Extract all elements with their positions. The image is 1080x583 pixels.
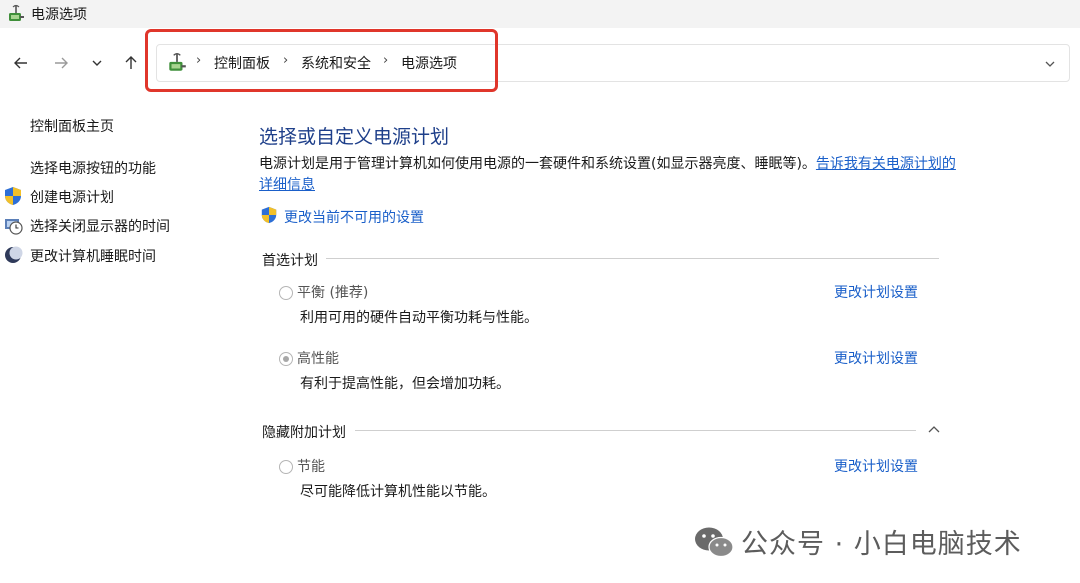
sidebar-item-sleep-time[interactable]: 更改计算机睡眠时间 xyxy=(30,246,156,266)
power-options-icon xyxy=(9,4,24,21)
shield-icon xyxy=(261,206,277,224)
window-title: 电源选项 xyxy=(31,7,87,23)
plan-desc-power-saver: 尽可能降低计算机性能以节能。 xyxy=(300,484,496,500)
plan-desc-balanced: 利用可用的硬件自动平衡功耗与性能。 xyxy=(300,310,538,326)
forward-button[interactable] xyxy=(48,50,74,76)
moon-icon xyxy=(5,246,23,263)
sidebar-home-link[interactable]: 控制面板主页 xyxy=(30,116,114,136)
change-unavailable-settings-link[interactable]: 更改当前不可用的设置 xyxy=(284,207,424,227)
chevron-down-icon xyxy=(92,60,102,66)
highlight-annotation xyxy=(145,29,498,92)
recent-locations-button[interactable] xyxy=(84,50,110,76)
arrow-up-icon xyxy=(125,56,137,69)
chevron-down-icon[interactable] xyxy=(1042,56,1058,72)
change-plan-settings-balanced[interactable]: 更改计划设置 xyxy=(834,282,918,302)
sidebar-item-create-plan[interactable]: 创建电源计划 xyxy=(30,187,114,207)
plan-radio-power-saver[interactable] xyxy=(279,460,293,474)
watermark: 公众号 · 小白电脑技术 xyxy=(693,522,1022,561)
arrow-right-icon xyxy=(55,57,68,69)
description-text: 电源计划是用于管理计算机如何使用电源的一套硬件和系统设置(如显示器亮度、睡眠等)… xyxy=(259,156,816,172)
plan-name-high-performance[interactable]: 高性能 xyxy=(297,348,339,368)
watermark-text: 公众号 · 小白电脑技术 xyxy=(741,529,1022,560)
monitor-clock-icon xyxy=(5,219,23,235)
hidden-plans-heading: 隐藏附加计划 xyxy=(262,425,346,441)
section-divider xyxy=(355,430,916,431)
plan-desc-high-performance: 有利于提高性能，但会增加功耗。 xyxy=(300,376,510,392)
page-description: 电源计划是用于管理计算机如何使用电源的一套硬件和系统设置(如显示器亮度、睡眠等)… xyxy=(259,154,959,196)
up-button[interactable] xyxy=(118,50,144,76)
shield-icon xyxy=(5,187,21,205)
back-button[interactable] xyxy=(8,50,34,76)
preferred-plans-heading: 首选计划 xyxy=(262,253,318,269)
arrow-left-icon xyxy=(14,57,27,69)
change-plan-settings-power-saver[interactable]: 更改计划设置 xyxy=(834,456,918,476)
plan-radio-balanced[interactable] xyxy=(279,286,293,300)
title-bar: 电源选项 xyxy=(0,0,1080,28)
sidebar-item-power-button[interactable]: 选择电源按钮的功能 xyxy=(30,158,156,178)
section-divider xyxy=(326,258,939,259)
chevron-up-icon[interactable] xyxy=(926,422,942,438)
sidebar-item-display-off[interactable]: 选择关闭显示器的时间 xyxy=(30,216,170,236)
plan-name-power-saver[interactable]: 节能 xyxy=(297,456,325,476)
page-title: 选择或自定义电源计划 xyxy=(259,126,450,148)
change-plan-settings-high-performance[interactable]: 更改计划设置 xyxy=(834,348,918,368)
wechat-icon xyxy=(695,527,734,557)
plan-radio-high-performance[interactable] xyxy=(279,352,293,366)
plan-name-balanced[interactable]: 平衡 (推荐) xyxy=(297,282,368,302)
